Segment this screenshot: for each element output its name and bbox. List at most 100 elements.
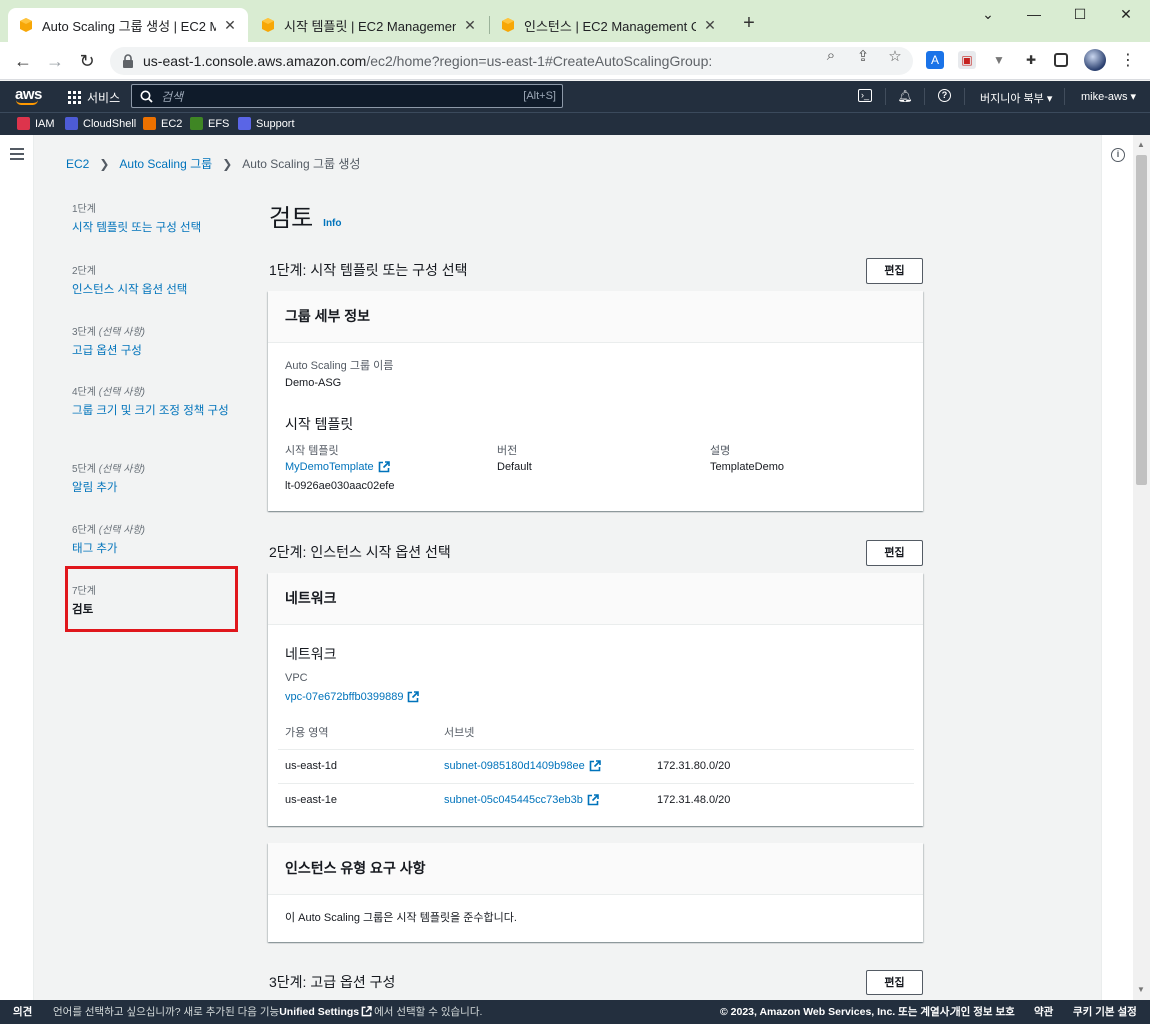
close-tab-icon[interactable]: ✕	[462, 17, 478, 34]
favorite-iam[interactable]: IAM	[17, 117, 55, 130]
external-link-icon	[378, 461, 390, 473]
new-tab-button[interactable]: +	[738, 13, 760, 33]
close-tab-icon[interactable]: ✕	[222, 17, 238, 34]
favorite-label: CloudShell	[83, 117, 137, 130]
vpc-id[interactable]: vpc-07e672bffb0399889	[285, 691, 403, 703]
browser-tab-launch-templates[interactable]: 시작 템플릿 | EC2 Management ✕	[250, 8, 488, 42]
aws-cube-icon	[502, 18, 514, 32]
vpc-label: VPC	[285, 672, 308, 684]
side-panel-icon[interactable]	[1054, 53, 1068, 67]
maximize-window-button[interactable]: ☐	[1070, 6, 1090, 23]
favorite-label: IAM	[35, 117, 55, 130]
browser-tab-instances[interactable]: 인스턴스 | EC2 Management Co ✕	[490, 8, 728, 42]
url-text: us-east-1.console.aws.amazon.com/ec2/hom…	[143, 53, 712, 69]
feedback-link[interactable]: 의견	[13, 1004, 32, 1019]
forward-button[interactable]: →	[44, 51, 66, 71]
wizard-step-2[interactable]: 2단계 인스턴스 시작 옵션 선택	[72, 262, 187, 299]
wizard-step-6[interactable]: 6단계 (선택 사항) 태그 추가	[72, 521, 145, 558]
wizard-step-1[interactable]: 1단계 시작 템플릿 또는 구성 선택	[72, 200, 201, 237]
subnet-row-1-link[interactable]: subnet-0985180d1409b98ee	[444, 760, 601, 772]
search-icon	[140, 90, 153, 103]
screenshot-extension-icon[interactable]: ▣	[958, 51, 976, 69]
info-panel-icon[interactable]: i	[1111, 148, 1125, 162]
subnet-id[interactable]: subnet-05c045445cc73eb3b	[444, 794, 583, 806]
breadcrumb-asg[interactable]: Auto Scaling 그룹	[119, 155, 212, 172]
close-window-button[interactable]: ✕	[1116, 6, 1136, 23]
favorite-ec2[interactable]: EC2	[143, 117, 182, 130]
tab-search-icon[interactable]: ⌄	[978, 6, 998, 23]
info-link[interactable]: Info	[323, 218, 341, 229]
search-placeholder: 검색	[161, 89, 184, 104]
favorite-cloudshell[interactable]: CloudShell	[65, 117, 136, 130]
step-label[interactable]: 태그 추가	[72, 540, 145, 558]
zoom-icon[interactable]: ⌕	[821, 47, 841, 64]
table-divider	[278, 783, 914, 784]
step-label[interactable]: 시작 템플릿 또는 구성 선택	[72, 219, 201, 237]
vpc-link[interactable]: vpc-07e672bffb0399889	[285, 691, 420, 703]
cookie-preferences-link[interactable]: 쿠키 기본 설정	[1073, 1004, 1137, 1019]
share-icon[interactable]: ⇪	[853, 47, 873, 65]
browser-tab-create-asg[interactable]: Auto Scaling 그룹 생성 | EC2 Ma ✕	[8, 8, 248, 42]
external-link-icon	[408, 691, 420, 703]
edit-step-3-button[interactable]: 편집	[866, 970, 923, 995]
cloudshell-icon	[65, 117, 78, 130]
edit-step-2-button[interactable]: 편집	[866, 540, 923, 566]
right-tools-rail: i	[1101, 135, 1133, 1000]
breadcrumb-ec2[interactable]: EC2	[66, 157, 89, 171]
aws-cube-icon	[262, 18, 274, 32]
wizard-step-3[interactable]: 3단계 (선택 사항) 고급 옵션 구성	[72, 323, 145, 360]
wizard-step-5[interactable]: 5단계 (선택 사항) 알림 추가	[72, 460, 145, 497]
bookmark-star-icon[interactable]: ☆	[885, 47, 905, 65]
services-menu[interactable]: 서비스	[68, 89, 120, 106]
translate-extension-icon[interactable]: A	[926, 51, 944, 69]
account-menu[interactable]: mike-aws ▾	[1081, 90, 1136, 103]
back-button[interactable]: ←	[12, 51, 34, 71]
scroll-up-arrow-icon[interactable]: ▲	[1137, 140, 1145, 149]
console-footer: 의견 언어를 선택하고 싶으십니까? 새로 추가된 다음 기능 Unified …	[0, 1000, 1150, 1024]
section-1-heading: 1단계: 시작 템플릿 또는 구성 선택	[269, 262, 468, 278]
scroll-down-arrow-icon[interactable]: ▼	[1137, 985, 1145, 994]
cloudshell-icon[interactable]: ›_	[858, 89, 872, 102]
az-column-header: 가용 영역	[285, 727, 329, 739]
header-divider	[964, 88, 965, 105]
step-label[interactable]: 고급 옵션 구성	[72, 342, 145, 360]
reload-button[interactable]: ↻	[76, 51, 98, 71]
page-title-text: 검토	[269, 205, 314, 232]
aws-logo[interactable]: aws	[15, 86, 42, 105]
minimize-window-button[interactable]: —	[1024, 6, 1044, 22]
description-value: TemplateDemo	[710, 461, 784, 473]
terms-link[interactable]: 약관	[1034, 1004, 1053, 1019]
step-label[interactable]: 인스턴스 시작 옵션 선택	[72, 281, 187, 299]
subnet-row-1-cidr: 172.31.80.0/20	[657, 760, 731, 772]
privacy-link[interactable]: 개인 정보 보호	[951, 1004, 1015, 1019]
favorite-support[interactable]: Support	[238, 117, 295, 130]
url-path: /ec2/home?region=us-east-1#CreateAutoSca…	[366, 53, 713, 69]
vue-extension-icon[interactable]: ▼	[990, 51, 1008, 69]
address-bar[interactable]: us-east-1.console.aws.amazon.com/ec2/hom…	[110, 47, 913, 75]
hamburger-menu-icon[interactable]	[10, 148, 24, 163]
unified-settings-link[interactable]: Unified Settings	[279, 1006, 359, 1018]
subnet-id[interactable]: subnet-0985180d1409b98ee	[444, 760, 585, 772]
browser-menu-icon[interactable]: ⋮	[1120, 50, 1136, 70]
profile-avatar[interactable]	[1084, 49, 1106, 71]
console-search-input[interactable]: 검색 [Alt+S]	[131, 84, 563, 108]
card-title: 그룹 세부 정보	[268, 291, 923, 343]
launch-template-link[interactable]: MyDemoTemplate	[285, 461, 390, 473]
notifications-bell-icon[interactable]: 🔔︎	[897, 88, 913, 104]
scrollbar-thumb[interactable]	[1136, 155, 1147, 485]
help-icon[interactable]: ?	[938, 89, 951, 102]
step-label[interactable]: 알림 추가	[72, 479, 145, 497]
wizard-step-4[interactable]: 4단계 (선택 사항) 그룹 크기 및 크기 조정 정책 구성	[72, 383, 230, 420]
favorite-efs[interactable]: EFS	[190, 117, 229, 130]
page-scrollbar[interactable]: ▲ ▼	[1133, 135, 1150, 1000]
step-label[interactable]: 그룹 크기 및 크기 조정 정책 구성	[72, 402, 230, 420]
edit-step-1-button[interactable]: 편집	[866, 258, 923, 284]
launch-template-name[interactable]: MyDemoTemplate	[285, 461, 374, 473]
close-tab-icon[interactable]: ✕	[702, 17, 718, 34]
subnet-row-2-link[interactable]: subnet-05c045445cc73eb3b	[444, 794, 599, 806]
asg-name-label: Auto Scaling 그룹 이름	[285, 360, 394, 372]
extensions-puzzle-icon[interactable]: ✚	[1022, 51, 1040, 69]
tab-title: 시작 템플릿 | EC2 Management	[284, 18, 456, 34]
language-notice-text: 에서 선택할 수 있습니다.	[374, 1006, 483, 1018]
region-selector[interactable]: 버지니아 북부 ▾	[980, 90, 1052, 106]
